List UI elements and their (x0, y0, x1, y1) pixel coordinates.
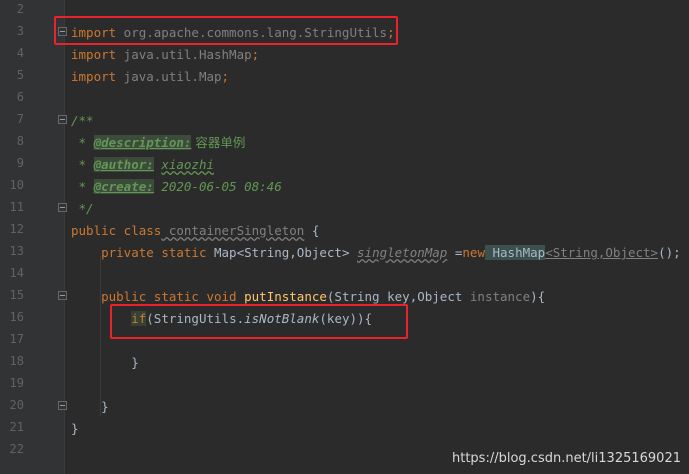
code-line-13: private static Map<String,Object> single… (71, 242, 681, 264)
line-number: 13 (9, 244, 24, 258)
type-name: Map (206, 245, 237, 260)
line-number: 9 (16, 156, 24, 170)
line-number: 16 (9, 310, 24, 324)
watermark-text: https://blog.csdn.net/li1325169021 (452, 451, 681, 466)
unused-parameter: instance (469, 289, 531, 304)
line-number: 14 (9, 266, 24, 280)
line-number: 3 (16, 24, 24, 38)
keyword: private (101, 245, 154, 260)
line-number: 22 (9, 442, 24, 456)
generic-args: <String,Object> (545, 245, 659, 260)
code-line-12: public class containerSingleton { (71, 220, 319, 242)
doc-value: xiaozhi (161, 157, 215, 172)
line-number: 21 (9, 420, 24, 434)
generic-args: <String,Object> (236, 245, 350, 260)
keyword: class (116, 223, 162, 238)
constructor-call: (); (658, 245, 681, 260)
line-number: 15 (9, 288, 24, 302)
code-line-11: */ (71, 201, 94, 216)
code-line-10: * @create: 2020-06-05 08:46 (71, 176, 282, 198)
highlight-box-import (54, 16, 398, 45)
comment-star: * (71, 157, 94, 172)
parameters: (String key,Object (326, 289, 470, 304)
operator: = (447, 245, 463, 260)
keyword: void (198, 289, 237, 304)
brace: ){ (530, 289, 546, 304)
line-number: 18 (9, 354, 24, 368)
comment-star: * (71, 135, 94, 150)
code-editor[interactable]: 2 3 4 5 6 7 8 9 10 11 12 13 14 15 16 17 … (0, 0, 689, 474)
doc-text: 容器单例 (191, 135, 246, 150)
line-number-gutter: 2 3 4 5 6 7 8 9 10 11 12 13 14 15 16 17 … (0, 0, 67, 474)
line-number: 11 (9, 200, 24, 214)
keyword: static (146, 289, 199, 304)
keyword: new (462, 245, 485, 260)
code-line-7: /** (71, 113, 94, 128)
import-path: java.util.Map (116, 69, 222, 84)
code-line-18: } (71, 355, 139, 370)
type-name: HashMap (484, 245, 546, 260)
keyword: static (153, 245, 207, 260)
line-number: 8 (16, 134, 24, 148)
comment-star: * (71, 179, 94, 194)
doc-tag: @create: (93, 179, 154, 194)
code-line-20: } (71, 399, 109, 414)
keyword: public (71, 223, 117, 238)
semicolon: ; (221, 69, 230, 84)
code-area[interactable]: import org.apache.commons.lang.StringUti… (64, 0, 689, 474)
code-line-5: import java.util.Map; (71, 66, 229, 88)
import-path: java.util.HashMap (116, 47, 252, 62)
method-name: putInstance (236, 289, 327, 304)
highlight-box-if (110, 304, 408, 339)
doc-text: 2020-06-05 08:46 (153, 179, 282, 194)
doc-tag: @description: (93, 135, 192, 150)
class-name: containerSingleton (161, 223, 305, 238)
brace: { (304, 223, 320, 238)
line-number: 6 (16, 90, 24, 104)
keyword: import (71, 47, 117, 62)
line-number: 4 (16, 46, 24, 60)
line-number: 2 (16, 2, 24, 16)
line-number: 20 (9, 398, 24, 412)
line-number: 7 (16, 112, 24, 126)
line-number: 5 (16, 68, 24, 82)
semicolon: ; (251, 47, 260, 62)
line-number: 17 (9, 332, 24, 346)
code-line-9: * @author: xiaozhi (71, 154, 214, 176)
field-name: singletonMap (357, 245, 448, 260)
code-line-8: * @description: 容器单例 (71, 132, 245, 154)
line-number: 10 (9, 178, 24, 192)
line-number: 12 (9, 222, 24, 236)
line-number: 19 (9, 376, 24, 390)
code-line-4: import java.util.HashMap; (71, 44, 259, 66)
keyword: public (101, 289, 147, 304)
keyword: import (71, 69, 117, 84)
doc-tag: @author: (93, 157, 154, 172)
code-line-21: } (71, 421, 79, 436)
